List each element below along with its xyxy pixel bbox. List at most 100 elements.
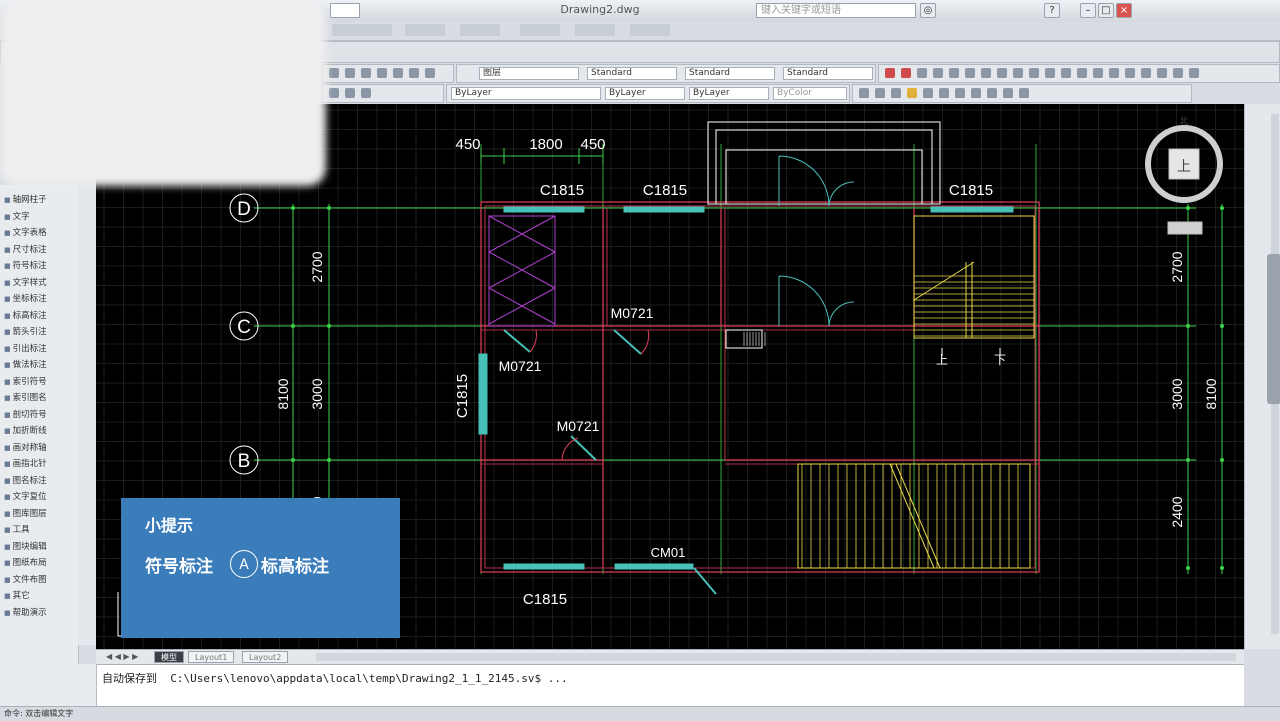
palette-item[interactable]: 做法标注 [4, 358, 60, 369]
menu-item[interactable] [460, 24, 500, 36]
lineweight-select[interactable]: ByLayer [689, 87, 769, 100]
palette-item[interactable]: 画对称轴 [4, 441, 60, 452]
palette-item[interactable]: 文字表格 [4, 226, 60, 237]
menu-item[interactable] [332, 24, 392, 36]
palette-item[interactable]: 轴网柱子 [4, 193, 60, 204]
table-style-select[interactable]: Standard [783, 67, 873, 80]
array-icon[interactable] [1109, 68, 1119, 78]
palette-item[interactable]: 索引符号 [4, 375, 60, 386]
menu-item[interactable] [520, 24, 560, 36]
palette-item[interactable]: 帮助演示 [4, 606, 60, 617]
scrollbar-thumb[interactable] [1267, 254, 1280, 404]
erase-icon[interactable] [1141, 68, 1151, 78]
plotstyle-select[interactable]: ByColor [773, 87, 847, 100]
list-icon[interactable] [891, 88, 901, 98]
print-icon[interactable] [377, 68, 387, 78]
layer-manager-icon[interactable] [329, 88, 339, 98]
scale-icon[interactable] [1029, 68, 1039, 78]
properties-icon[interactable] [955, 88, 965, 98]
stretch-icon[interactable] [1189, 68, 1199, 78]
calculator-icon[interactable] [1019, 88, 1029, 98]
layer-previous-icon[interactable] [361, 88, 371, 98]
command-line[interactable]: 自动保存到 C:\Users\lenovo\appdata\local\temp… [96, 664, 1244, 707]
arc-icon[interactable] [933, 68, 943, 78]
viewcube-label: 北 [1179, 116, 1188, 126]
zoom-extents-icon[interactable] [939, 88, 949, 98]
open-icon[interactable] [345, 68, 355, 78]
palette-item[interactable]: 图块编辑 [4, 540, 60, 551]
palette-item[interactable]: 工具 [4, 523, 60, 534]
binoculars-icon[interactable]: ◎ [920, 3, 936, 18]
help-icon[interactable]: ? [1044, 3, 1060, 18]
design-center-icon[interactable] [971, 88, 981, 98]
chamfer-icon[interactable] [1173, 68, 1183, 78]
text-style-select[interactable]: Standard [587, 67, 677, 80]
palette-item[interactable]: 符号标注 [4, 259, 60, 270]
rotate-icon[interactable] [1013, 68, 1023, 78]
palette-item[interactable]: 文件布图 [4, 573, 60, 584]
palette-item[interactable]: 文字复位 [4, 490, 60, 501]
layer-toolbar [322, 84, 444, 103]
tab-layout1[interactable]: Layout1 [188, 651, 235, 663]
pan-icon[interactable] [425, 68, 435, 78]
workspace-dropdown[interactable] [330, 3, 360, 18]
palette-item[interactable]: 其它 [4, 589, 60, 600]
palette-item[interactable]: 箭头引注 [4, 325, 60, 336]
tab-model[interactable]: 模型 [154, 651, 184, 663]
palette-item[interactable]: 剖切符号 [4, 408, 60, 419]
palette-item[interactable]: 画指北针 [4, 457, 60, 468]
line-icon[interactable] [885, 68, 895, 78]
linetype-select[interactable]: ByLayer [605, 87, 685, 100]
minimize-icon[interactable]: – [1080, 3, 1096, 18]
zoom-icon[interactable] [907, 88, 917, 98]
rectangle-icon[interactable] [949, 68, 959, 78]
dimension-text: 8100 [1203, 378, 1219, 409]
palette-item[interactable]: 图库图层 [4, 507, 60, 518]
save-icon[interactable] [361, 68, 371, 78]
new-icon[interactable] [329, 68, 339, 78]
explode-icon[interactable] [1125, 68, 1135, 78]
move-icon[interactable] [981, 68, 991, 78]
mirror-icon[interactable] [1093, 68, 1103, 78]
dim-tick [291, 206, 295, 210]
palette-item[interactable]: 文字 [4, 210, 60, 221]
menu-item[interactable] [630, 24, 670, 36]
close-icon[interactable]: × [1116, 3, 1132, 18]
tool-palette-icon[interactable] [987, 88, 997, 98]
extend-icon[interactable] [1061, 68, 1071, 78]
palette-item[interactable]: 标高标注 [4, 309, 60, 320]
palette-item[interactable]: 加折断线 [4, 424, 60, 435]
tab-nav-arrows[interactable]: ◀ ◀ ▶ ▶ [100, 651, 144, 663]
draw-toolbar [878, 64, 1280, 83]
trim-icon[interactable] [1045, 68, 1055, 78]
undo-icon[interactable] [393, 68, 403, 78]
area-icon[interactable] [875, 88, 885, 98]
redo-icon[interactable] [409, 68, 419, 78]
circle-icon[interactable] [917, 68, 927, 78]
offset-icon[interactable] [1077, 68, 1087, 78]
palette-item[interactable]: 坐标标注 [4, 292, 60, 303]
menu-item[interactable] [575, 24, 615, 36]
palette-item[interactable]: 图纸布局 [4, 556, 60, 567]
zoom-window-icon[interactable] [923, 88, 933, 98]
palette-item[interactable]: 图名标注 [4, 474, 60, 485]
layer-select[interactable]: 图层 [479, 67, 579, 80]
palette-item[interactable]: 文字样式 [4, 276, 60, 287]
dim-style-select[interactable]: Standard [685, 67, 775, 80]
search-input[interactable]: 键入关键字或短语 [756, 3, 916, 18]
markup-icon[interactable] [1003, 88, 1013, 98]
maximize-icon[interactable]: □ [1098, 3, 1114, 18]
copy-icon[interactable] [997, 68, 1007, 78]
color-select[interactable]: ByLayer [451, 87, 601, 100]
polyline-icon[interactable] [901, 68, 911, 78]
fillet-icon[interactable] [1157, 68, 1167, 78]
palette-item[interactable]: 尺寸标注 [4, 243, 60, 254]
layer-state-icon[interactable] [345, 88, 355, 98]
horizontal-scrollbar[interactable] [316, 653, 1236, 661]
palette-item[interactable]: 引出标注 [4, 342, 60, 353]
dist-icon[interactable] [859, 88, 869, 98]
palette-item[interactable]: 索引图名 [4, 391, 60, 402]
tab-layout2[interactable]: Layout2 [242, 651, 289, 663]
hatch-icon[interactable] [965, 68, 975, 78]
menu-item[interactable] [405, 24, 445, 36]
